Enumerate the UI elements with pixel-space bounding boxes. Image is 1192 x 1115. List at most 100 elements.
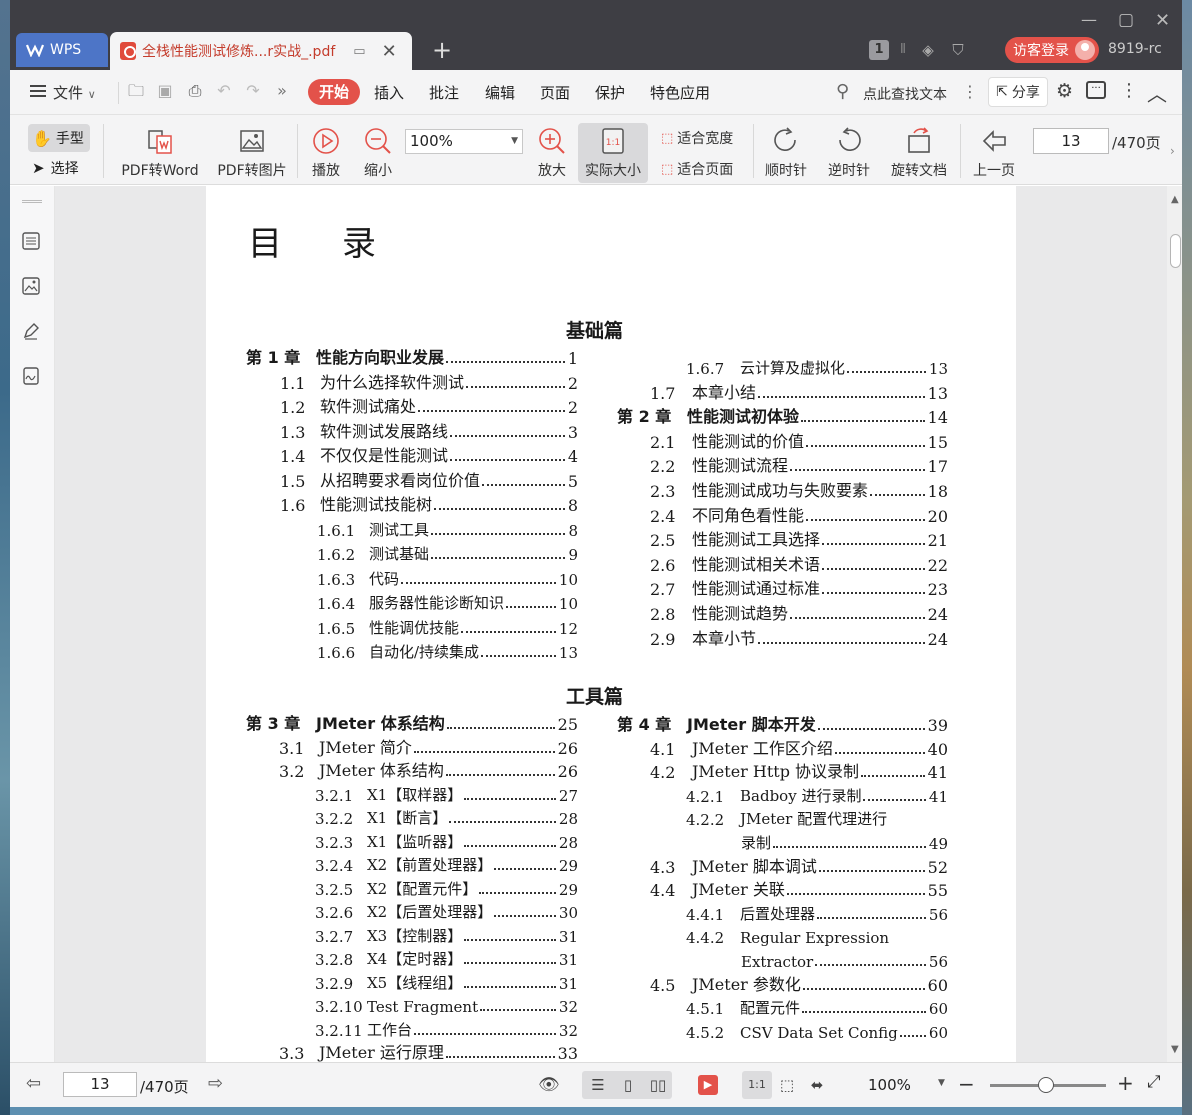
- hand-tool-button[interactable]: ✋ 手型: [28, 124, 90, 152]
- visitor-login-button[interactable]: 访客登录: [1005, 37, 1099, 63]
- toc-entry[interactable]: 3.2.11 工作台 32: [315, 1018, 578, 1040]
- select-tool-button[interactable]: ➤ 选择: [32, 158, 79, 178]
- scroll-down-arrow-icon[interactable]: ▼: [1171, 1044, 1179, 1055]
- close-tab-icon[interactable]: ✕: [382, 41, 397, 62]
- toc-entry[interactable]: 1.6.5 性能调优技能 12: [317, 616, 578, 638]
- toc-entry[interactable]: 4.5.2 CSV Data Set Config 60: [686, 1020, 948, 1042]
- outline-list-icon[interactable]: [21, 231, 41, 251]
- wps-home-tab[interactable]: WPS: [16, 33, 108, 67]
- zoom-slider[interactable]: [990, 1077, 1106, 1093]
- toc-entry[interactable]: 1.3 软件测试发展路线 3: [280, 420, 578, 442]
- annotation-pen-icon[interactable]: [21, 321, 41, 341]
- toc-entry[interactable]: 4.4 JMeter 关联 55: [650, 878, 948, 900]
- toc-entry[interactable]: 3.2.10 Test Fragment 32: [315, 994, 578, 1016]
- comment-icon[interactable]: ···: [1086, 81, 1106, 99]
- signature-icon[interactable]: [21, 366, 41, 386]
- zoom-level-select[interactable]: 100% ▼: [405, 129, 523, 154]
- rotate-counterclockwise-button[interactable]: 逆时针: [825, 126, 873, 180]
- continuous-view-icon[interactable]: ☰: [588, 1075, 608, 1095]
- status-page-input[interactable]: 13: [63, 1072, 137, 1097]
- document-canvas[interactable]: 目录 基础篇 工具篇 第 1 章性能方向职业发展 1 1.1 为什么选择软件测试 2 1.…: [55, 186, 1167, 1062]
- fit-page-status-icon[interactable]: ⬚: [777, 1075, 797, 1095]
- zoom-plus-icon[interactable]: +: [1117, 1071, 1134, 1095]
- toc-entry[interactable]: 3.2.2 X1【断言】 28: [315, 806, 578, 828]
- toc-entry[interactable]: 2.2 性能测试流程 17: [650, 454, 948, 476]
- toc-entry[interactable]: 1.6.3 代码 10: [317, 567, 578, 589]
- toc-entry[interactable]: 2.3 性能测试成功与失败要素 18: [650, 479, 948, 501]
- toc-entry[interactable]: 1.6.1 测试工具 8: [317, 518, 578, 540]
- print-icon[interactable]: ⎙: [186, 82, 204, 100]
- toc-entry[interactable]: 1.4 不仅仅是性能测试 4: [280, 444, 578, 466]
- fullscreen-icon[interactable]: ⤢: [1147, 1072, 1161, 1092]
- share-button[interactable]: ⇱ 分享: [988, 77, 1048, 107]
- toc-entry[interactable]: 2.4 不同角色看性能 20: [650, 504, 948, 526]
- pdf-to-word-button[interactable]: PDF转Word: [114, 126, 206, 180]
- toc-entry[interactable]: 3.2.4 X2【前置处理器】 29: [315, 853, 578, 875]
- layout-icon[interactable]: ⦀: [893, 40, 913, 60]
- toc-entry[interactable]: 4.1 JMeter 工作区介绍 40: [650, 737, 948, 759]
- status-zoom-value[interactable]: 100%: [868, 1076, 911, 1094]
- sidebar-grip[interactable]: [22, 200, 42, 203]
- toc-entry[interactable]: 2.1 性能测试的价值 15: [650, 430, 948, 452]
- zoom-in-button[interactable]: 放大: [534, 126, 570, 180]
- tab-special-apps[interactable]: 特色应用: [650, 82, 710, 103]
- rotate-clockwise-button[interactable]: 顺时针: [762, 126, 810, 180]
- single-page-view-icon[interactable]: ▯: [618, 1075, 638, 1095]
- save-icon[interactable]: ▣: [156, 82, 174, 100]
- toc-entry[interactable]: 2.6 性能测试相关术语 22: [650, 553, 948, 575]
- zoom-dropdown-icon[interactable]: ▼: [938, 1078, 945, 1088]
- rotate-document-button[interactable]: 旋转文档: [887, 126, 951, 180]
- scrollbar-thumb[interactable]: [1170, 234, 1181, 268]
- skin-shirt-icon[interactable]: ⛉: [948, 40, 968, 60]
- open-folder-icon[interactable]: 🗀: [127, 82, 145, 100]
- toc-entry[interactable]: 3.1 JMeter 简介 26: [279, 736, 578, 758]
- toc-chapter-entry[interactable]: 第 3 章 JMeter 体系结构 25: [246, 712, 578, 734]
- collapse-ribbon-icon[interactable]: ︿: [1147, 78, 1167, 107]
- document-tab[interactable]: 全栈性能测试修炼...r实战_.pdf ▭ ✕: [110, 32, 412, 70]
- tab-edit[interactable]: 编辑: [485, 82, 515, 103]
- monitor-icon[interactable]: ▭: [353, 44, 365, 59]
- toc-entry[interactable]: 3.2.1 X1【取样器】 27: [315, 783, 578, 805]
- close-window-icon[interactable]: ✕: [1155, 10, 1170, 31]
- toc-chapter-entry[interactable]: 第 2 章性能测试初体验 14: [617, 405, 948, 427]
- hamburger-menu-icon[interactable]: [30, 85, 46, 97]
- toc-entry[interactable]: 4.4.2 Regular Expression: [686, 925, 948, 947]
- toc-entry[interactable]: 3.2 JMeter 体系结构 26: [279, 759, 578, 781]
- toc-entry[interactable]: 4.5.1 配置元件 60: [686, 996, 948, 1018]
- toc-entry[interactable]: 2.9 本章小节 24: [650, 627, 948, 649]
- previous-page-button[interactable]: 上一页: [970, 126, 1018, 180]
- toc-entry[interactable]: Extractor 56: [741, 949, 948, 971]
- more-vertical-icon[interactable]: ⋮: [1120, 80, 1138, 101]
- eye-protection-icon[interactable]: 👁: [538, 1075, 560, 1095]
- toc-entry[interactable]: 4.5 JMeter 参数化 60: [650, 973, 948, 995]
- toc-entry[interactable]: 4.2.2 JMeter 配置代理进行: [686, 807, 948, 829]
- zoom-minus-icon[interactable]: −: [958, 1072, 975, 1096]
- more-options-icon[interactable]: ⋮: [962, 82, 978, 101]
- toc-entry[interactable]: 2.5 性能测试工具选择 21: [650, 528, 948, 550]
- undo-icon[interactable]: ↶: [215, 82, 233, 100]
- theme-icon[interactable]: ◈: [918, 40, 938, 60]
- tab-insert[interactable]: 插入: [374, 82, 404, 103]
- toc-entry[interactable]: 1.6.7 云计算及虚拟化 13: [686, 356, 948, 378]
- toc-entry[interactable]: 3.2.9 X5【线程组】 31: [315, 971, 578, 993]
- tab-start[interactable]: 开始: [308, 79, 360, 105]
- tab-protect[interactable]: 保护: [595, 82, 625, 103]
- tab-page[interactable]: 页面: [540, 82, 570, 103]
- thumbnail-image-icon[interactable]: [21, 276, 41, 296]
- more-quick-access-icon[interactable]: »: [273, 82, 291, 100]
- toc-entry[interactable]: 3.2.6 X2【后置处理器】 30: [315, 900, 578, 922]
- toc-entry[interactable]: 4.3 JMeter 脚本调试 52: [650, 855, 948, 877]
- actual-size-status-icon[interactable]: 1:1: [747, 1075, 767, 1095]
- toc-entry[interactable]: 3.2.8 X4【定时器】 31: [315, 947, 578, 969]
- scroll-up-arrow-icon[interactable]: ▲: [1171, 194, 1179, 205]
- page-number-input[interactable]: 13: [1033, 128, 1109, 154]
- toc-entry[interactable]: 4.4.1 后置处理器 56: [686, 902, 948, 924]
- toc-entry[interactable]: 1.7 本章小结 13: [650, 381, 948, 403]
- toc-chapter-entry[interactable]: 第 4 章 JMeter 脚本开发 39: [617, 713, 948, 735]
- toc-entry[interactable]: 1.6.2 测试基础 9: [317, 542, 578, 564]
- settings-gear-icon[interactable]: ⚙: [1056, 80, 1073, 102]
- zoom-out-button[interactable]: 缩小: [360, 126, 396, 180]
- redo-icon[interactable]: ↷: [244, 82, 262, 100]
- toc-entry[interactable]: 3.3 JMeter 运行原理 33: [279, 1041, 578, 1062]
- window-count-badge[interactable]: 1: [869, 40, 889, 60]
